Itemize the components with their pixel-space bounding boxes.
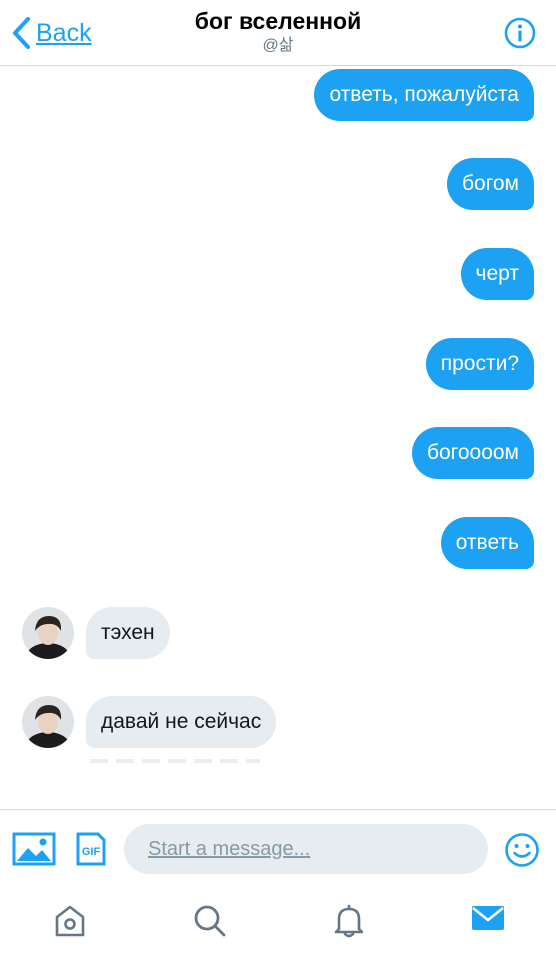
typing-indicator-remnant bbox=[90, 759, 260, 763]
conversation-handle: @삶 bbox=[262, 37, 294, 54]
image-icon bbox=[12, 832, 56, 866]
bell-icon bbox=[334, 904, 364, 938]
tab-home[interactable] bbox=[53, 903, 87, 944]
add-gif-button[interactable]: GIF bbox=[76, 832, 106, 871]
info-icon bbox=[504, 17, 536, 49]
message-input[interactable] bbox=[124, 824, 488, 874]
outgoing-message[interactable]: богом bbox=[446, 158, 534, 210]
conversation-title: бог вселенной bbox=[194, 8, 362, 34]
bottom-tab-bar bbox=[0, 887, 556, 960]
add-photo-button[interactable] bbox=[12, 832, 56, 871]
home-icon bbox=[55, 905, 85, 937]
incoming-message-row: тэхен bbox=[22, 607, 170, 659]
gif-label: GIF bbox=[82, 846, 101, 858]
smiley-icon bbox=[505, 833, 539, 867]
mail-icon bbox=[472, 906, 504, 930]
incoming-message[interactable]: давай не сейчас bbox=[86, 696, 277, 748]
conversation-title-block: бог вселенной @삶 bbox=[0, 6, 556, 56]
info-button[interactable] bbox=[504, 17, 536, 54]
message-list[interactable]: ответь, пожалуйста богом черт прости? бо… bbox=[0, 67, 556, 809]
incoming-message-row: давай не сейчас bbox=[22, 696, 277, 748]
outgoing-message[interactable]: черт bbox=[460, 248, 534, 300]
outgoing-message[interactable]: прости? bbox=[425, 338, 534, 390]
outgoing-message[interactable]: ответь, пожалуйста bbox=[314, 69, 534, 121]
incoming-message[interactable]: тэхен bbox=[86, 607, 170, 659]
search-icon bbox=[194, 905, 226, 937]
tab-search[interactable] bbox=[192, 903, 228, 944]
tab-messages[interactable] bbox=[471, 903, 505, 938]
message-composer: GIF bbox=[0, 809, 556, 887]
avatar[interactable] bbox=[22, 696, 74, 748]
outgoing-message[interactable]: богоооом bbox=[411, 427, 534, 479]
tab-notifications[interactable] bbox=[333, 903, 365, 944]
avatar[interactable] bbox=[22, 607, 74, 659]
conversation-header: Back бог вселенной @삶 bbox=[0, 0, 556, 66]
outgoing-message[interactable]: ответь bbox=[440, 517, 534, 569]
gif-icon: GIF bbox=[76, 832, 106, 866]
emoji-button[interactable] bbox=[504, 832, 540, 873]
